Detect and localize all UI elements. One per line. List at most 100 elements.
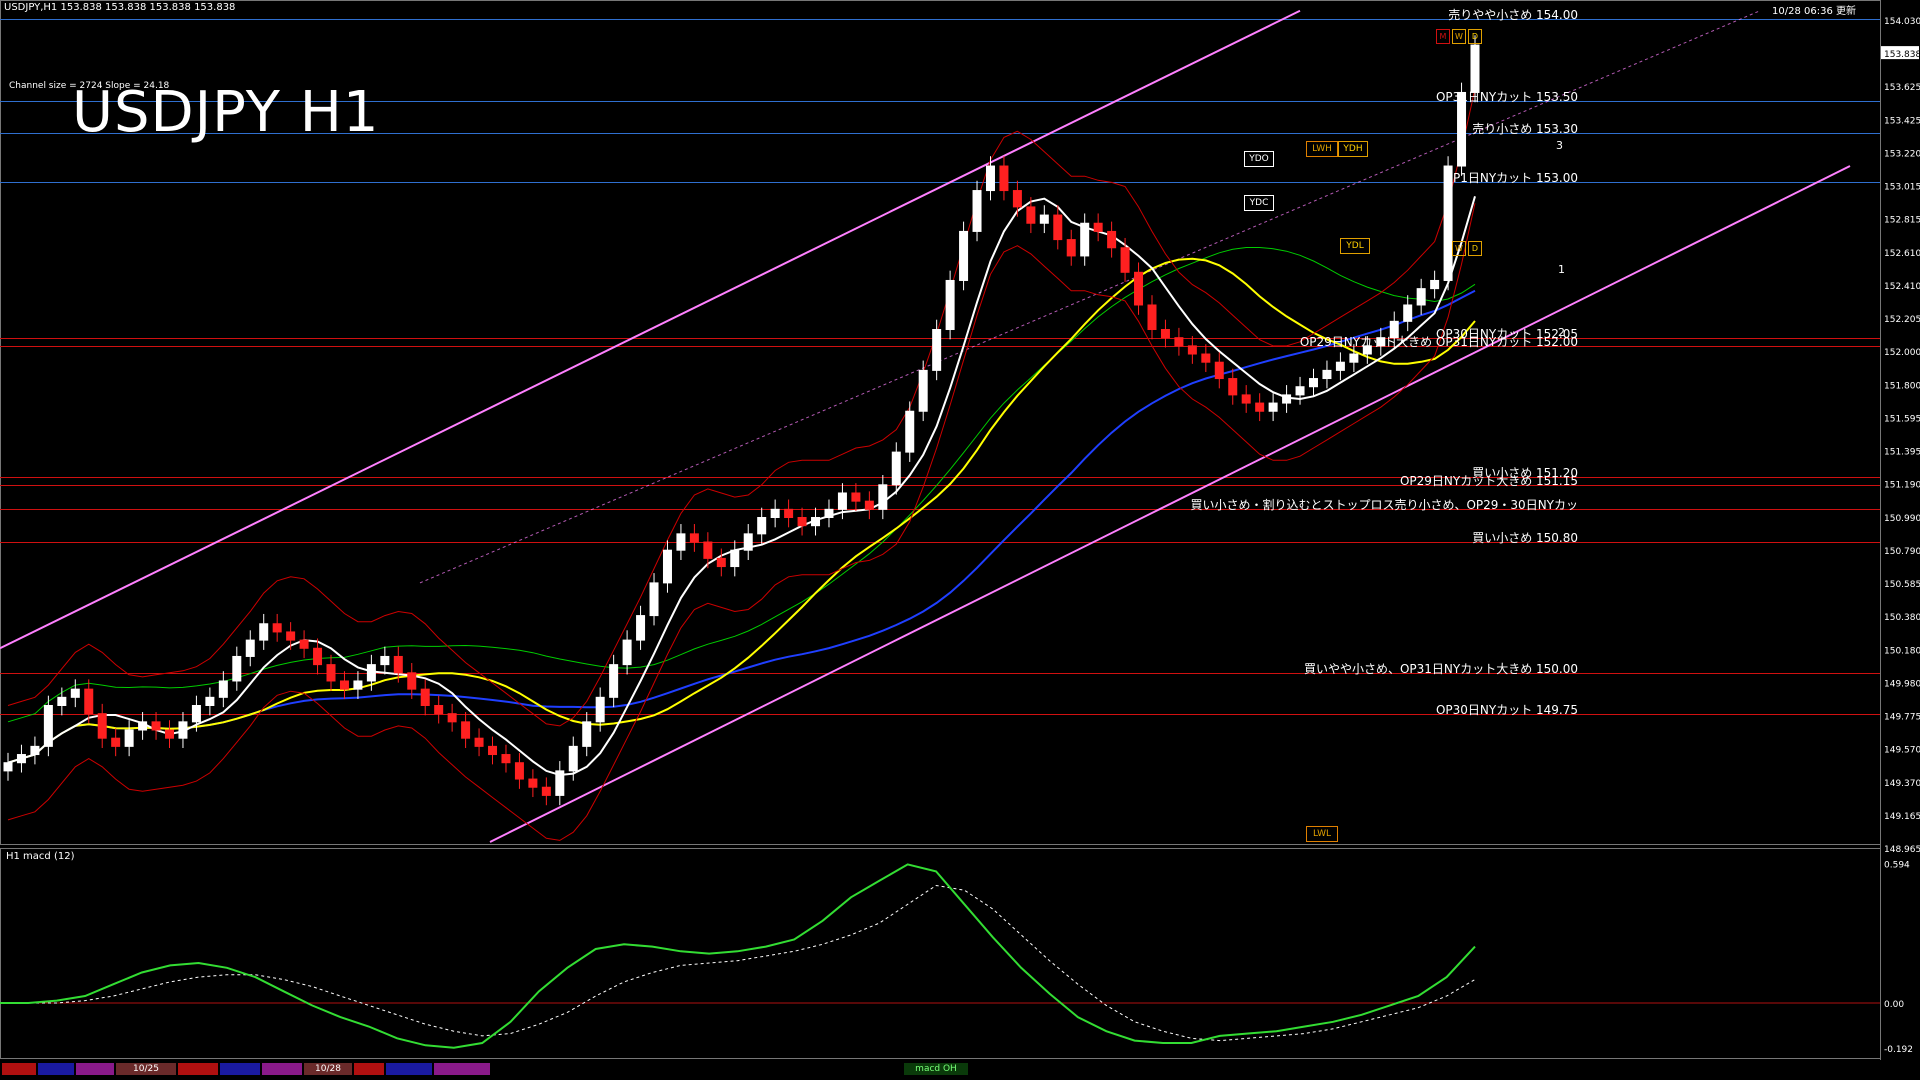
candle-body: [743, 533, 753, 551]
price-axis-label: 151.190: [1884, 481, 1920, 491]
candle-body: [1147, 304, 1157, 331]
level-label: OP29日NYカット大きめ 151.15: [1399, 473, 1578, 488]
candle-body: [1039, 214, 1049, 224]
candle-body: [474, 737, 484, 747]
price-axis-label: 152.410: [1884, 282, 1920, 292]
chart-title: USDJPY H1: [72, 80, 380, 145]
tab-color-1[interactable]: [2, 1063, 36, 1075]
price-axis-label: 153.625: [1884, 83, 1920, 93]
candle-body: [1403, 304, 1413, 322]
candle-body: [932, 329, 942, 371]
candle-body: [528, 778, 538, 788]
candle-body: [1416, 288, 1426, 306]
ydh-box: YDH: [1338, 141, 1368, 157]
price-axis-label: 154.030: [1884, 17, 1920, 27]
candle-body: [299, 639, 309, 649]
candle-body: [609, 664, 619, 698]
candle-body: [582, 721, 592, 747]
macd-line: [0, 863, 1476, 1049]
channel-lower-line: [489, 165, 1851, 843]
macd-title: H1 macd (12): [6, 851, 75, 862]
bb-upper-line: [7, 88, 1476, 727]
candle-body: [1160, 329, 1170, 339]
tab-color-9[interactable]: [434, 1063, 490, 1075]
candle-body: [514, 762, 524, 780]
candle-body: [716, 557, 726, 568]
candle-body: [1093, 222, 1103, 232]
candle-body: [636, 615, 646, 641]
candle-body: [313, 647, 323, 666]
macd-panel-border: [0, 848, 1881, 1059]
tab-date-1[interactable]: 10/25: [116, 1063, 176, 1075]
candle-body: [1308, 378, 1318, 388]
ydc-box: YDC: [1244, 195, 1274, 211]
candle-body: [1430, 279, 1440, 290]
level-label: OP1日NYカット 153.00: [1443, 170, 1578, 185]
candle-body: [689, 533, 699, 543]
symbol-info: USDJPY,H1 153.838 153.838 153.838 153.83…: [4, 2, 236, 13]
price-axis-label: 150.380: [1884, 613, 1920, 623]
candle-body: [864, 500, 874, 510]
level-label: 売りやや小さめ 154.00: [1448, 7, 1578, 22]
tab-color-3[interactable]: [76, 1063, 114, 1075]
price-axis-label: 151.595: [1884, 414, 1920, 424]
candle-body: [784, 508, 794, 519]
candle-body: [461, 721, 471, 739]
price-chart[interactable]: 154.030 153.838 153.625 153.425 153.220 153.0…: [0, 0, 1920, 1080]
candle-body: [43, 704, 53, 747]
level-label: 売り小さめ 153.30: [1472, 121, 1578, 136]
tab-color-5[interactable]: [220, 1063, 260, 1075]
candle-body: [70, 688, 80, 698]
candle-body: [568, 745, 578, 772]
candle-body: [245, 639, 255, 657]
level-label: 買い小さめ 150.80: [1472, 530, 1578, 545]
price-axis-label: 149.165: [1884, 812, 1920, 822]
candle-body: [1201, 353, 1211, 363]
candle-body: [138, 721, 148, 731]
tab-color-4[interactable]: [178, 1063, 218, 1075]
candle-body: [205, 696, 215, 706]
wave-label-1: 1: [1558, 263, 1565, 276]
candle-body: [757, 517, 767, 535]
candle-body: [730, 549, 740, 568]
candle-body: [622, 639, 632, 666]
price-axis-label: 153.015: [1884, 183, 1920, 193]
tab-color-2[interactable]: [38, 1063, 74, 1075]
candle-body: [945, 279, 955, 331]
candle-body: [662, 549, 672, 584]
tab-color-6[interactable]: [262, 1063, 302, 1075]
signal-line: [0, 884, 1476, 1042]
tab-color-8[interactable]: [386, 1063, 432, 1075]
ichimoku-line: [7, 247, 1476, 723]
candle-body: [1080, 222, 1090, 257]
candle-body: [97, 713, 107, 739]
candle-body: [1134, 271, 1144, 306]
level-label: 買い小さめ・割り込むとストップロス売り小さめ、OP29・30日NYカッ: [1190, 497, 1578, 512]
tab-date-2[interactable]: 10/28: [304, 1063, 352, 1075]
lwl-box: LWL: [1306, 826, 1338, 842]
candle-body: [985, 165, 995, 192]
candle-body: [3, 762, 13, 772]
tab-color-7[interactable]: [354, 1063, 384, 1075]
price-axis-label: 152.205: [1884, 315, 1920, 325]
candle-body: [1295, 386, 1305, 396]
bb-lower-line: [7, 203, 1476, 841]
candle-body: [837, 492, 847, 510]
macd-axis-label: 0.00: [1884, 1000, 1904, 1010]
ma-slow-line: [7, 289, 1476, 764]
tab-status[interactable]: macd OH: [904, 1063, 968, 1075]
candle-body: [1255, 402, 1265, 412]
candle-body: [1241, 394, 1251, 404]
candle-body: [1322, 369, 1332, 380]
candle-body: [541, 786, 551, 796]
candle-body: [393, 655, 403, 674]
candle-body: [1349, 353, 1359, 363]
candle-body: [151, 721, 161, 731]
candle-body: [918, 369, 928, 412]
price-axis-label: 150.585: [1884, 580, 1920, 590]
update-time: 10/28 06:36 更新: [1772, 6, 1856, 17]
candle-body: [232, 655, 242, 682]
candle-body: [905, 410, 915, 453]
bottom-tab-strip[interactable]: 10/25 10/28 macd OH: [0, 1061, 1888, 1077]
w-box-low: W: [1452, 241, 1466, 256]
